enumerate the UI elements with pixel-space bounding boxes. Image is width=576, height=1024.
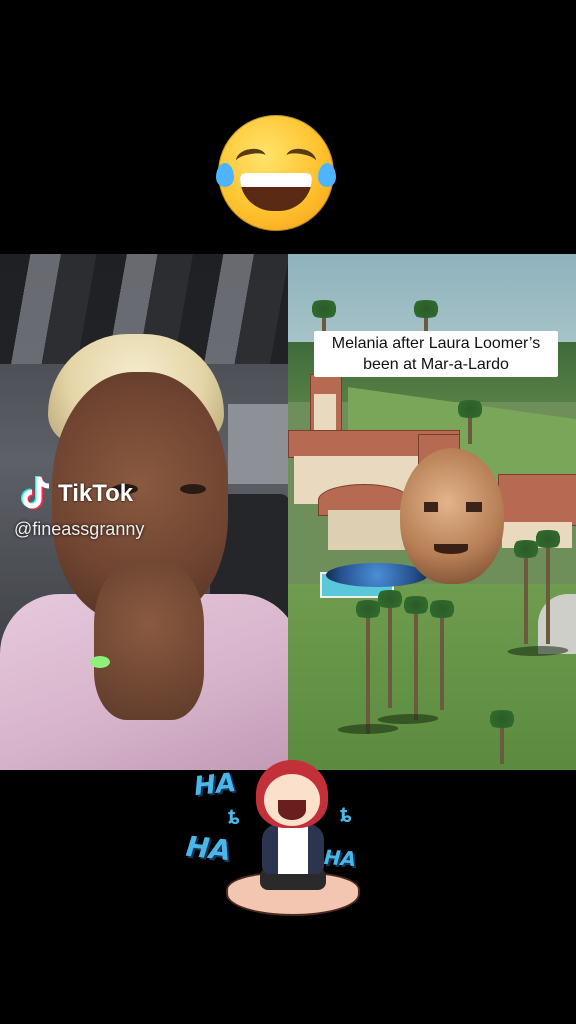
ha-text-2: HA [184, 829, 233, 868]
squiggle-left: ȶ [228, 804, 240, 829]
emoji-right-eye [284, 146, 318, 171]
emoji-left-tear [216, 163, 234, 187]
green-nail [90, 656, 110, 668]
head-mouth [434, 544, 468, 554]
creator-handle[interactable]: @fineassgranny [14, 519, 144, 540]
head-eyes [424, 502, 482, 512]
laughing-chibi-sticker: HA HA HA ȶ ȶ [184, 760, 364, 920]
emoji-right-tear [318, 163, 336, 187]
woman-in-car [0, 334, 288, 770]
caption-line-1: Melania after Laura Loomer’s [331, 335, 541, 352]
ha-text-3: HA [323, 844, 358, 872]
bald-head-overlay [400, 448, 504, 584]
chibi-character [226, 760, 360, 920]
hand-on-mouth [94, 560, 204, 720]
chibi-laughing-mouth [278, 800, 306, 820]
tiktok-watermark: TikTok [20, 474, 133, 514]
face-with-tears-of-joy-icon [216, 115, 336, 231]
emoji-mouth [240, 173, 312, 211]
meme-caption: Melania after Laura Loomer’s been at Mar… [314, 331, 558, 377]
tiktok-note-icon [20, 474, 54, 514]
squiggle-right: ȶ [340, 802, 352, 827]
emoji-left-eye [234, 146, 268, 171]
caption-line-2: been at Mar-a-Lardo [363, 356, 509, 373]
ha-text-1: HA [192, 767, 238, 803]
tiktok-brand-label: TikTok [58, 480, 134, 507]
blue-base [326, 563, 428, 587]
right-eye [180, 484, 206, 494]
chibi-shirt [262, 824, 324, 874]
